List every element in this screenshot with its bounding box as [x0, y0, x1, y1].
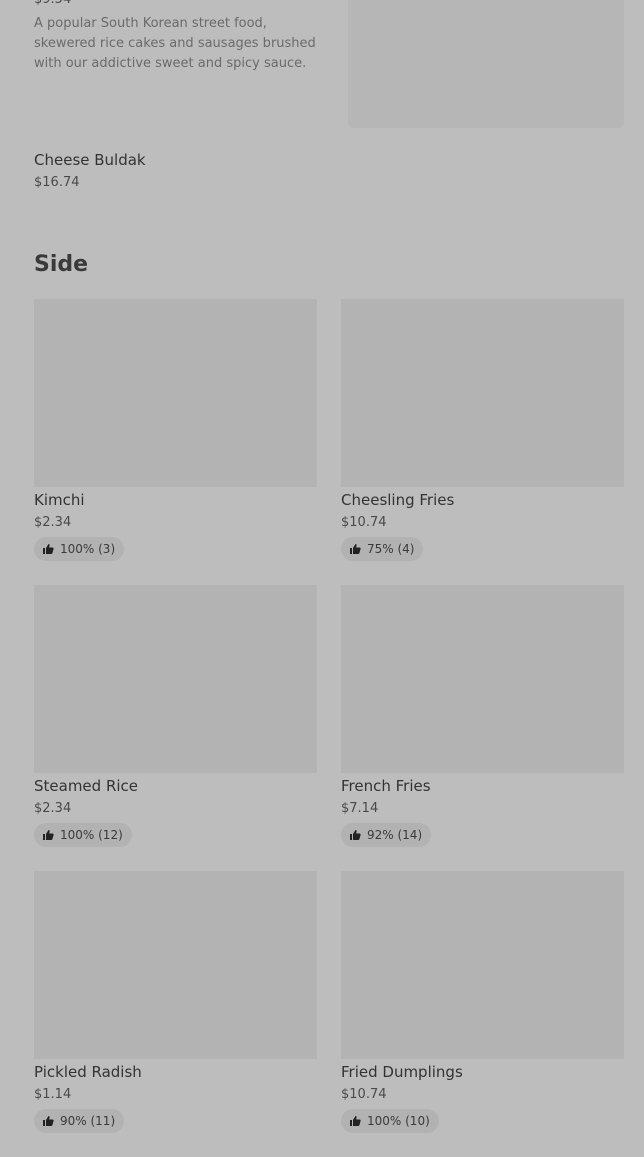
- thumbs-up-icon: [43, 830, 54, 840]
- rating-badge: 75% (4): [341, 537, 424, 561]
- menu-item-card[interactable]: Pickled Radish $1.14 90% (11): [34, 871, 317, 1157]
- item-price: $1.14: [34, 1087, 72, 1102]
- item-name: Fried Dumplings: [341, 1063, 463, 1081]
- menu-item-card[interactable]: French Fries $7.14 92% (14): [341, 585, 624, 871]
- rating-text: 75% (4): [367, 542, 415, 556]
- menu-item-card[interactable]: Cheesling Fries $10.74 75% (4): [341, 299, 624, 585]
- item-price: $16.74: [34, 175, 80, 190]
- item-image[interactable]: [341, 299, 624, 487]
- rating-text: 90% (11): [60, 1114, 116, 1128]
- thumbs-up-icon: [350, 544, 361, 554]
- item-name: Cheese Buldak: [34, 151, 146, 169]
- menu-item-cheese-buldak[interactable]: Cheese Buldak $16.74: [34, 150, 146, 191]
- menu-item-card[interactable]: Kimchi $2.34 100% (3): [34, 299, 317, 585]
- rating-badge: 100% (3): [34, 537, 125, 561]
- item-image[interactable]: [341, 585, 624, 773]
- thumbs-up-icon: [43, 544, 54, 554]
- item-description: A popular South Korean street food, skew…: [34, 16, 316, 71]
- item-image[interactable]: [34, 871, 317, 1059]
- item-price: $2.34: [34, 801, 72, 816]
- item-image[interactable]: [34, 299, 317, 487]
- rating-badge: 92% (14): [341, 823, 432, 847]
- featured-menu-item[interactable]: $9.54 A popular South Korean street food…: [34, 0, 334, 74]
- rating-text: 100% (10): [367, 1114, 430, 1128]
- item-image[interactable]: [341, 871, 624, 1059]
- rating-badge: 100% (12): [34, 823, 132, 847]
- menu-item-card[interactable]: Steamed Rice $2.34 100% (12): [34, 585, 317, 871]
- rating-text: 100% (3): [60, 542, 116, 556]
- item-price: $9.54: [34, 0, 334, 8]
- item-name: Cheesling Fries: [341, 491, 455, 509]
- rating-badge: 100% (10): [341, 1109, 439, 1133]
- item-price: $10.74: [341, 515, 387, 530]
- menu-item-card[interactable]: Fried Dumplings $10.74 100% (10): [341, 871, 624, 1157]
- item-image[interactable]: [34, 585, 317, 773]
- thumbs-up-icon: [43, 1116, 54, 1126]
- thumbs-up-icon: [350, 830, 361, 840]
- rating-text: 92% (14): [367, 828, 423, 842]
- section-title: Side: [34, 252, 89, 277]
- item-name: Kimchi: [34, 491, 85, 509]
- item-name: Steamed Rice: [34, 777, 139, 795]
- menu-grid: Kimchi $2.34 100% (3) Cheesling Fries $1…: [34, 299, 624, 1157]
- item-price: $10.74: [341, 1087, 387, 1102]
- item-name: French Fries: [341, 777, 431, 795]
- item-price: $7.14: [341, 801, 379, 816]
- rating-badge: 90% (11): [34, 1109, 125, 1133]
- rating-text: 100% (12): [60, 828, 123, 842]
- item-image[interactable]: [348, 0, 624, 128]
- item-price: $2.34: [34, 515, 72, 530]
- item-name: Pickled Radish: [34, 1063, 142, 1081]
- thumbs-up-icon: [350, 1116, 361, 1126]
